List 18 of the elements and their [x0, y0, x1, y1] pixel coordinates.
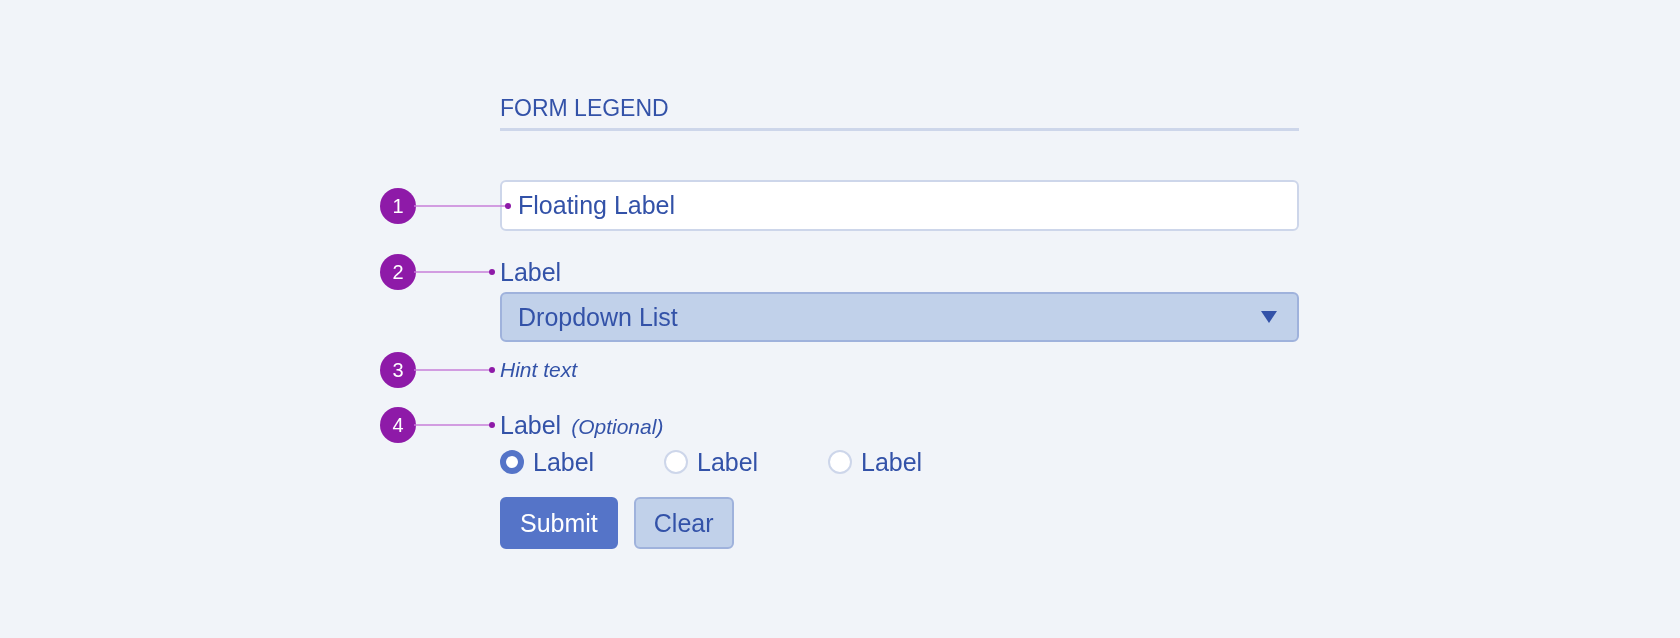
radio-button[interactable]	[500, 450, 524, 474]
radio-label: Label	[861, 447, 923, 477]
text-field[interactable]: Floating Label	[500, 180, 1299, 231]
callout-badge: 3	[380, 352, 416, 388]
callout-badge: 1	[380, 187, 416, 224]
radio-label: Label	[697, 447, 759, 477]
caret-icon	[1261, 311, 1277, 323]
submit-button[interactable]: Submit	[500, 497, 618, 549]
hint-text: Hint text	[500, 357, 578, 383]
radio-label: Label	[533, 447, 595, 477]
callout-badge: 4	[380, 407, 416, 443]
callout-badge: 2	[380, 254, 416, 290]
clear-button[interactable]: Clear	[633, 497, 734, 549]
field-label: Label	[500, 410, 562, 440]
optional-note: (Optional)	[571, 415, 664, 439]
field-label: Label	[500, 257, 562, 287]
dropdown-list[interactable]: Dropdown List	[500, 292, 1299, 342]
form-legend: FORM LEGEND	[500, 94, 669, 122]
